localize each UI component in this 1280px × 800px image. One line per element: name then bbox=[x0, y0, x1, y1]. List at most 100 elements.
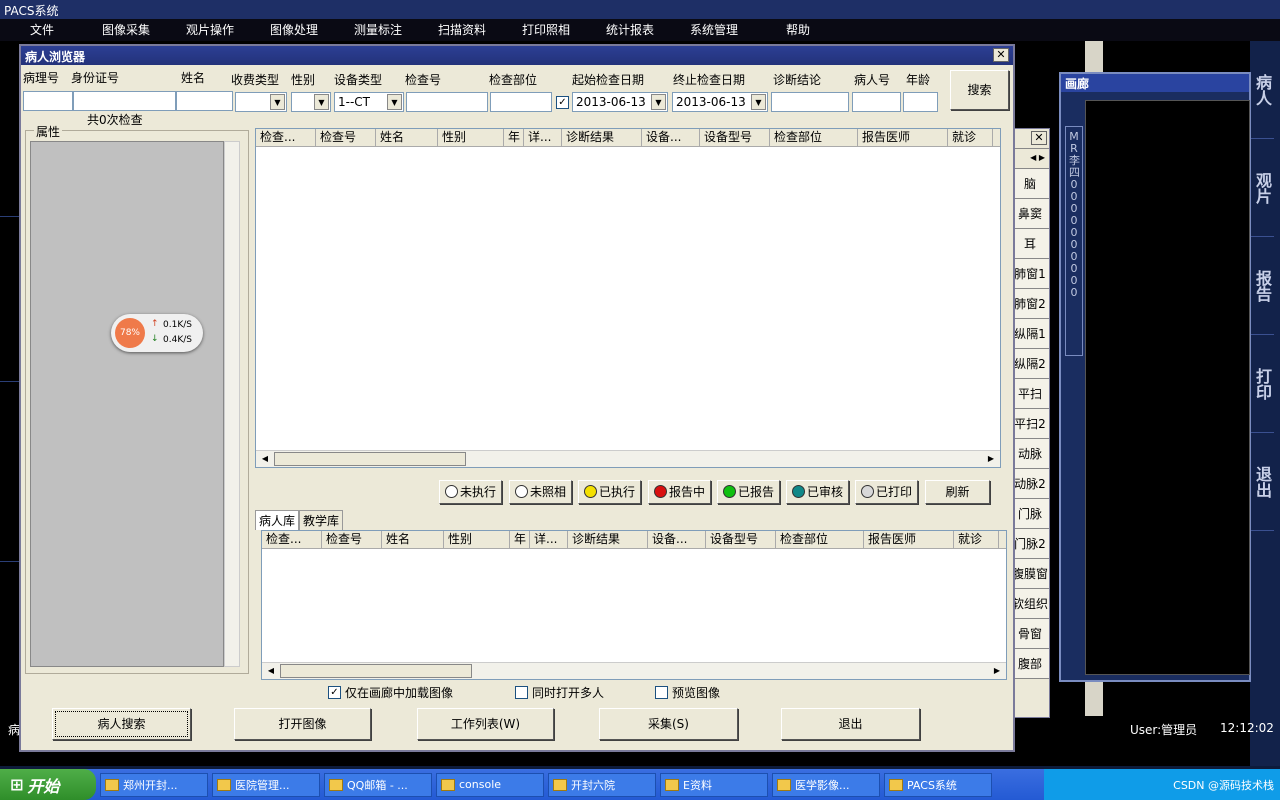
status-filter-button[interactable]: 已审核 bbox=[786, 480, 849, 504]
taskbar-window-item[interactable]: E资料 bbox=[660, 772, 768, 797]
preset-item[interactable]: 肺窗1 bbox=[1011, 259, 1049, 289]
menu-view-ops[interactable]: 观片操作 bbox=[168, 19, 252, 41]
column-header[interactable]: 性别 bbox=[444, 531, 510, 548]
nav-view[interactable]: 观片 bbox=[1250, 139, 1274, 237]
tab-patient-library[interactable]: 病人库 bbox=[255, 510, 300, 530]
preset-item[interactable]: 动脉 bbox=[1011, 439, 1049, 469]
preset-item[interactable]: 腹部 bbox=[1011, 649, 1049, 679]
nav-print[interactable]: 打印 bbox=[1250, 335, 1274, 433]
refresh-button[interactable]: 刷新 bbox=[925, 480, 990, 504]
column-header[interactable]: 诊断结果 bbox=[562, 129, 642, 146]
preset-item[interactable]: 门脉 bbox=[1011, 499, 1049, 529]
status-filter-button[interactable]: 未执行 bbox=[439, 480, 502, 504]
preset-item[interactable]: 肺窗2 bbox=[1011, 289, 1049, 319]
name-input[interactable] bbox=[176, 91, 233, 111]
preset-item[interactable]: 动脉2 bbox=[1011, 469, 1049, 499]
preset-item[interactable]: 腹膜窗 bbox=[1011, 559, 1049, 589]
nav-report[interactable]: 报告 bbox=[1250, 237, 1274, 335]
scroll-right-icon[interactable]: ▶ bbox=[984, 452, 998, 466]
exam-part-input[interactable] bbox=[490, 92, 552, 112]
menu-measure[interactable]: 测量标注 bbox=[336, 19, 420, 41]
column-header[interactable]: 报告医师 bbox=[864, 531, 954, 548]
nav-patient[interactable]: 病人 bbox=[1250, 41, 1274, 139]
preset-item[interactable]: 纵隔2 bbox=[1011, 349, 1049, 379]
library-table-hscroll[interactable]: ◀ ▶ bbox=[262, 662, 1006, 679]
column-header[interactable]: 年 bbox=[504, 129, 524, 146]
column-header[interactable]: 检查部位 bbox=[776, 531, 864, 548]
load-gallery-only-checkbox[interactable]: ✓ bbox=[328, 686, 341, 699]
age-input[interactable] bbox=[903, 92, 938, 112]
status-filter-button[interactable]: 已打印 bbox=[855, 480, 918, 504]
open-image-button[interactable]: 打开图像 bbox=[234, 708, 371, 740]
close-icon[interactable]: ✕ bbox=[993, 48, 1009, 62]
column-header[interactable]: 诊断结果 bbox=[568, 531, 648, 548]
taskbar-window-item[interactable]: 医学影像... bbox=[772, 772, 880, 797]
scroll-right-icon[interactable]: ▶ bbox=[990, 664, 1004, 678]
end-date-picker[interactable]: 2013-06-13 ▼ bbox=[672, 92, 768, 112]
menu-help[interactable]: 帮助 bbox=[756, 19, 840, 41]
close-icon[interactable]: ✕ bbox=[1031, 131, 1047, 145]
pathology-no-input[interactable] bbox=[23, 91, 73, 111]
column-header[interactable]: 姓名 bbox=[376, 129, 438, 146]
taskbar-window-item[interactable]: 医院管理... bbox=[212, 772, 320, 797]
search-button[interactable]: 搜索 bbox=[950, 70, 1009, 110]
device-type-select[interactable]: 1--CT ▼ bbox=[334, 92, 404, 112]
scroll-left-icon[interactable]: ◀ bbox=[264, 664, 278, 678]
status-filter-button[interactable]: 报告中 bbox=[648, 480, 711, 504]
preview-image-checkbox[interactable] bbox=[655, 686, 668, 699]
scroll-thumb[interactable] bbox=[274, 452, 466, 466]
column-header[interactable]: 性别 bbox=[438, 129, 504, 146]
scroll-thumb[interactable] bbox=[280, 664, 472, 678]
gender-select[interactable]: ▼ bbox=[291, 92, 331, 112]
column-header[interactable]: 报告医师 bbox=[858, 129, 948, 146]
preset-nav-arrows[interactable]: ◀ ▶ bbox=[1011, 149, 1049, 169]
diagnosis-input[interactable] bbox=[771, 92, 849, 112]
worklist-button[interactable]: 工作列表(W) bbox=[417, 708, 554, 740]
status-filter-button[interactable]: 已报告 bbox=[717, 480, 780, 504]
column-header[interactable]: 设备型号 bbox=[700, 129, 770, 146]
gallery-canvas[interactable] bbox=[1085, 100, 1250, 675]
menu-stats[interactable]: 统计报表 bbox=[588, 19, 672, 41]
taskbar-window-item[interactable]: console bbox=[436, 772, 544, 797]
column-header[interactable]: 姓名 bbox=[382, 531, 444, 548]
column-header[interactable]: 年 bbox=[510, 531, 530, 548]
column-header[interactable]: 设备... bbox=[648, 531, 706, 548]
preset-item[interactable]: 鼻窦 bbox=[1011, 199, 1049, 229]
preset-item[interactable]: 平扫2 bbox=[1011, 409, 1049, 439]
open-multiple-checkbox[interactable] bbox=[515, 686, 528, 699]
status-filter-button[interactable]: 未照相 bbox=[509, 480, 572, 504]
gallery-series-thumb[interactable]: MR李四0000000000 bbox=[1065, 126, 1083, 356]
preset-item[interactable]: 平扫 bbox=[1011, 379, 1049, 409]
taskbar-window-item[interactable]: QQ邮箱 - ... bbox=[324, 772, 432, 797]
preset-item[interactable]: 骨窗 bbox=[1011, 619, 1049, 649]
menu-file[interactable]: 文件 bbox=[0, 19, 84, 41]
exit-button[interactable]: 退出 bbox=[781, 708, 920, 740]
column-header[interactable]: 就诊 bbox=[954, 531, 999, 548]
preset-item[interactable]: 脑 bbox=[1011, 169, 1049, 199]
exam-table-hscroll[interactable]: ◀ ▶ bbox=[256, 450, 1000, 467]
column-header[interactable]: 设备型号 bbox=[706, 531, 776, 548]
column-header[interactable]: 详... bbox=[524, 129, 562, 146]
column-header[interactable]: 检查... bbox=[262, 531, 322, 548]
start-button[interactable]: ⊞ 开始 bbox=[0, 769, 96, 800]
column-header[interactable]: 检查号 bbox=[316, 129, 376, 146]
menu-print[interactable]: 打印照相 bbox=[504, 19, 588, 41]
menu-system[interactable]: 系统管理 bbox=[672, 19, 756, 41]
start-date-picker[interactable]: 2013-06-13 ▼ bbox=[572, 92, 668, 112]
preset-item[interactable]: 软组织 bbox=[1011, 589, 1049, 619]
capture-button[interactable]: 采集(S) bbox=[599, 708, 738, 740]
column-header[interactable]: 检查... bbox=[256, 129, 316, 146]
column-header[interactable]: 检查部位 bbox=[770, 129, 858, 146]
menu-image-process[interactable]: 图像处理 bbox=[252, 19, 336, 41]
preset-item[interactable]: 纵隔1 bbox=[1011, 319, 1049, 349]
taskbar-window-item[interactable]: PACS系统 bbox=[884, 772, 992, 797]
tab-teaching-library[interactable]: 教学库 bbox=[299, 510, 344, 530]
preset-item[interactable]: 耳 bbox=[1011, 229, 1049, 259]
exam-no-input[interactable] bbox=[406, 92, 488, 112]
menu-image-capture[interactable]: 图像采集 bbox=[84, 19, 168, 41]
column-header[interactable]: 设备... bbox=[642, 129, 700, 146]
status-filter-button[interactable]: 已执行 bbox=[578, 480, 641, 504]
menu-scan[interactable]: 扫描资料 bbox=[420, 19, 504, 41]
nav-exit[interactable]: 退出 bbox=[1250, 433, 1274, 531]
fee-type-select[interactable]: ▼ bbox=[235, 92, 287, 112]
